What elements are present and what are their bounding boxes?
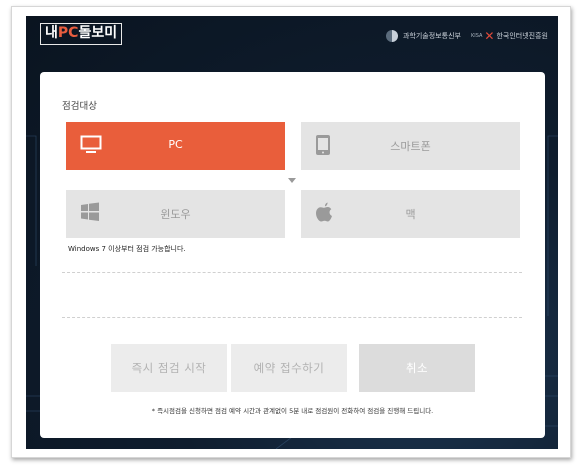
cancel-button[interactable]: 취소 [359,344,475,392]
dropdown-arrow-icon [288,178,296,183]
ministry-name: 과학기술정보통신부 [402,32,461,40]
device-option-label: PC [168,138,183,151]
kisa-abbrev: KISA [470,33,483,39]
kisa-logo: KISA ✕ 한국인터넷진흥원 [470,29,548,43]
partner-logos: 과학기술정보통신부 KISA ✕ 한국인터넷진흥원 [385,29,548,43]
window-frame: 내PC돌보미 과학기술정보통신부 KISA ✕ 한국인터넷진흥원 점검대상 PC [11,6,571,458]
check-request-panel: 점검대상 PC 스마트폰 윈도우 맥 Windows 7 이상부터 점검 가능합… [40,72,545,438]
os-support-note: Windows 7 이상부터 점검 가능합니다. [68,245,186,253]
kisa-x-icon: ✕ [484,29,495,43]
device-option-label: 스마트폰 [390,140,431,153]
kisa-name: 한국인터넷진흥원 [496,32,548,40]
os-option-label: 맥 [405,208,416,221]
device-option-pc[interactable]: PC [66,122,285,170]
government-emblem-icon [385,30,398,42]
divider [62,272,522,273]
os-option-label: 윈도우 [160,208,191,221]
ministry-logo: 과학기술정보통신부 [385,30,461,42]
app-window: 내PC돌보미 과학기술정보통신부 KISA ✕ 한국인터넷진흥원 점검대상 PC [26,16,558,449]
footer-note: * 즉시점검을 신청하면 점검 예약 시간과 관계없이 5분 내로 점검원이 전… [151,407,434,415]
section-title: 점검대상 [62,101,97,112]
start-check-now-button[interactable]: 즉시 점검 시작 [111,344,227,392]
reserve-check-button[interactable]: 예약 접수하기 [231,344,347,392]
os-option-windows[interactable]: 윈도우 [66,190,285,238]
app-logo: 내PC돌보미 [40,23,123,45]
os-option-mac[interactable]: 맥 [301,190,520,238]
divider [62,317,522,318]
device-option-smartphone[interactable]: 스마트폰 [301,122,520,170]
